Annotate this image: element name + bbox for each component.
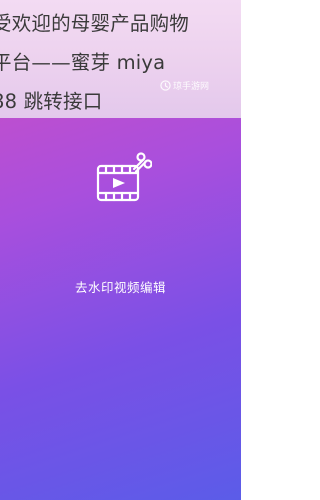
app-screen: 受欢迎的母婴产品购物 平台——蜜芽 miya 88 跳转接口 琼手游网 去水印视… [0,0,241,500]
remove-watermark-video-edit-label[interactable]: 去水印视频编辑 [0,277,241,296]
watermark-text: 琼手游网 [173,82,210,92]
page-headline: 受欢迎的母婴产品购物 平台——蜜芽 miya 88 跳转接口 [0,4,241,121]
headline-line-1: 受欢迎的母婴产品购物 [0,12,190,35]
video-clip-scissors-icon[interactable] [96,152,152,210]
site-watermark: 琼手游网 [160,79,209,92]
headline-line-2: 平台——蜜芽 miya [0,51,166,74]
site-logo-icon [160,80,171,91]
title-banner: 受欢迎的母婴产品购物 平台——蜜芽 miya 88 跳转接口 琼手游网 [0,0,241,118]
